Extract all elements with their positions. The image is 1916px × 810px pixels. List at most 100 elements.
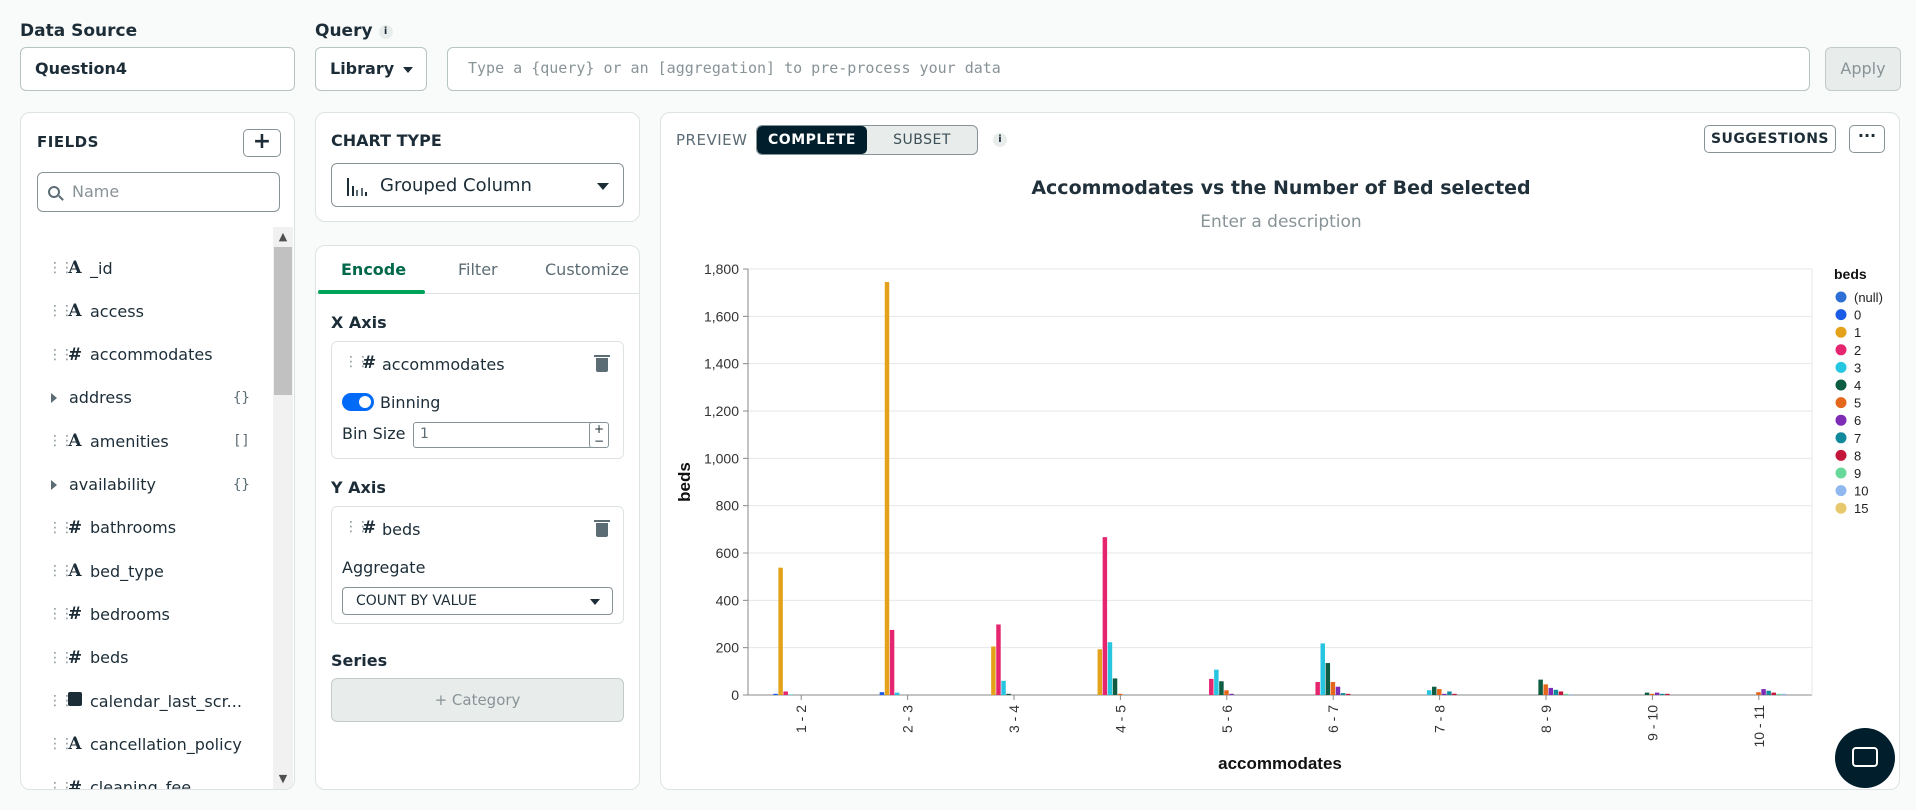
add-field-button[interactable]: + [243, 129, 281, 157]
x-tick-label: 8 - 9 [1538, 705, 1554, 733]
field-item[interactable]: ⋮⋮ # beds [21, 638, 271, 678]
chart-type-title: CHART TYPE [331, 131, 442, 150]
bar [783, 691, 788, 695]
string-type-icon: A [68, 258, 82, 278]
legend-label: 8 [1854, 448, 1861, 463]
expand-icon[interactable] [51, 479, 57, 490]
field-name: bed_type [90, 561, 164, 581]
bar [1426, 690, 1432, 695]
field-item[interactable]: ⋮⋮ # accommodates [21, 335, 271, 375]
tab-filter[interactable]: Filter [458, 260, 498, 279]
y-tick-label: 1,000 [704, 450, 739, 466]
bar [778, 567, 783, 695]
field-item[interactable]: ⋮⋮ A _id [21, 248, 271, 288]
fields-scroll-thumb[interactable] [274, 247, 292, 395]
bar [1219, 681, 1224, 695]
aggregate-select[interactable]: COUNT BY VALUE [342, 587, 613, 615]
field-name: bedrooms [90, 604, 170, 624]
drag-handle-icon[interactable]: ⋮⋮ [48, 694, 74, 708]
legend-swatch [1835, 379, 1847, 391]
bin-size-input[interactable]: 1 [413, 422, 593, 448]
chart-type-panel: CHART TYPE Grouped Column [315, 112, 640, 222]
field-item[interactable]: ⋮⋮ # bathrooms [21, 508, 271, 548]
legend-swatch [1835, 291, 1847, 303]
data-source-input[interactable]: Question4 [20, 47, 295, 91]
field-name: amenities [90, 431, 169, 451]
bin-size-label: Bin Size [342, 424, 406, 443]
bar [1553, 689, 1559, 695]
bar [889, 629, 895, 695]
x-tick-label: 7 - 8 [1432, 705, 1448, 733]
bar [1781, 693, 1787, 695]
tab-customize[interactable]: Customize [545, 260, 629, 279]
drag-handle-icon[interactable]: ⋮⋮ [48, 651, 74, 665]
bar [1325, 663, 1331, 695]
drag-handle-icon[interactable]: ⋮⋮ [48, 781, 74, 789]
drag-handle-icon[interactable]: ⋮⋮ [48, 348, 74, 362]
bar [1563, 693, 1569, 695]
field-type-badge: {} [233, 476, 250, 493]
field-item[interactable]: ⋮⋮ Aaccess [21, 291, 271, 331]
chart-type-select[interactable]: Grouped Column [331, 163, 624, 207]
x-axis-label: accommodates [1218, 754, 1342, 773]
assistant-chat-button[interactable] [1835, 728, 1895, 788]
chat-icon [1852, 747, 1878, 767]
y-tick-label: 400 [716, 592, 740, 608]
field-item[interactable]: ⋮⋮ Aamenities [] [21, 421, 271, 461]
drag-handle-icon[interactable]: ⋮⋮ [48, 607, 74, 621]
legend-label: 4 [1854, 378, 1861, 393]
field-item[interactable]: ⋮⋮ Abed_type [21, 551, 271, 591]
drag-handle-icon[interactable]: ⋮⋮ [48, 737, 74, 751]
bar [991, 646, 996, 695]
binning-toggle[interactable] [342, 393, 374, 411]
string-type-icon: A [68, 301, 82, 322]
legend-swatch [1835, 432, 1847, 444]
field-name: accommodates [90, 345, 213, 365]
field-type-badge: [] [233, 433, 250, 450]
field-item[interactable]: ⋮⋮ calendar_last_scr... [21, 681, 271, 721]
y-tick-label: 1,600 [704, 308, 739, 324]
add-category-button[interactable]: + Category [331, 678, 624, 722]
field-item[interactable]: ⋮⋮ # bedrooms [21, 594, 271, 634]
legend-swatch [1835, 449, 1847, 461]
drag-handle-icon[interactable]: ⋮⋮ [48, 304, 74, 318]
drag-handle-icon[interactable]: ⋮⋮ [48, 521, 74, 535]
legend-label: 10 [1854, 484, 1868, 499]
binning-label: Binning [380, 393, 441, 412]
apply-button[interactable]: Apply [1825, 47, 1901, 91]
x-axis-card: ⋮⋮ # accommodates Binning Bin Size 1 + − [331, 341, 624, 459]
fields-panel: FIELDS + Name ⋮⋮ A _id ⋮⋮ Aaccess ⋮⋮ # accommod… [20, 112, 295, 790]
trash-icon[interactable] [594, 355, 610, 372]
bar [1568, 694, 1574, 695]
bar [1771, 692, 1776, 695]
number-type-icon: # [67, 777, 83, 790]
field-name: calendar_last_scr... [90, 691, 242, 711]
bar [1558, 691, 1564, 695]
number-type-icon: # [67, 517, 83, 538]
query-input[interactable]: Type a {query} or an [aggregation] to pr… [447, 47, 1810, 91]
tab-encode[interactable]: Encode [341, 260, 406, 279]
chart-canvas: 0 200 400 600 800 1,000 1,200 1,400 1,600 1,800 1 … [675, 261, 1883, 773]
drag-handle-icon[interactable]: ⋮⋮ [48, 434, 74, 448]
query-info-icon[interactable]: i [378, 25, 393, 39]
drag-handle-icon[interactable]: ⋮⋮ [48, 564, 74, 578]
field-item[interactable]: ⋮⋮ Acancellation_policy [21, 724, 271, 764]
legend-label: 0 [1854, 308, 1861, 323]
library-dropdown[interactable]: Library [315, 47, 427, 91]
legend-title: beds [1834, 266, 1867, 282]
query-label-wrap: Query i [315, 21, 393, 41]
trash-icon[interactable] [594, 520, 610, 537]
y-tick-label: 1,200 [704, 403, 739, 419]
bin-size-stepper[interactable]: + − [589, 422, 609, 448]
scroll-up-icon[interactable]: ▲ [273, 227, 293, 247]
scroll-down-icon[interactable]: ▼ [273, 769, 293, 789]
y-axis-title: Y Axis [331, 478, 386, 497]
field-item[interactable]: availability {} [21, 465, 271, 505]
expand-icon[interactable] [51, 392, 57, 403]
field-item[interactable]: ⋮⋮ # cleaning_fee [21, 768, 271, 790]
field-item[interactable]: address {} [21, 378, 271, 418]
bar [1776, 693, 1782, 695]
bar [1335, 686, 1341, 695]
field-search-input[interactable]: Name [37, 172, 280, 212]
drag-handle-icon[interactable]: ⋮⋮ [48, 261, 74, 275]
